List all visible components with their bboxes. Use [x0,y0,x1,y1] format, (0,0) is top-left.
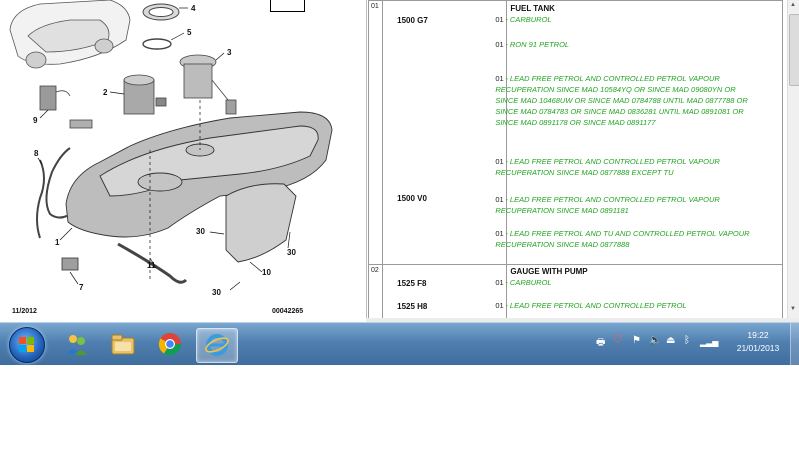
table-row[interactable]: 02 1525 F8 1525 H8 GAUGE WITH PUMP 01- C… [368,264,783,318]
vertical-scrollbar[interactable]: ▲ ▼ [787,0,799,318]
gauge-sender [179,54,237,115]
signal-strength-icon[interactable]: ▂▃▅ [700,338,718,347]
callout-2[interactable]: 2 [103,88,107,97]
parts-table: 01 1500 G7 1500 V0 FUEL TANK 01- CARBURO… [368,0,787,318]
heat-shield [225,183,297,263]
part-reference[interactable]: 1500 V0 [397,194,427,203]
variant-line[interactable]: 01- LEAD FREE PETROL AND CONTROLLED PETR… [495,300,757,311]
clock-date: 21/01/2013 [736,343,780,353]
variant-line[interactable]: 01- LEAD FREE PETROL AND CONTROLLED PETR… [495,194,757,216]
scroll-thumb[interactable] [789,14,799,86]
variant-line[interactable]: 01- RON 91 PETROL [495,39,757,50]
reference-cell: 1500 G7 1500 V0 [382,0,508,265]
callout-9[interactable]: 9 [33,116,37,125]
callout-30-c[interactable]: 30 [212,288,221,297]
description-cell: GAUGE WITH PUMP 01- CARBUROL 01- LEAD FR… [495,264,783,318]
screen: 4 5 3 2 9 8 1 7 11 30 10 30 30 11/2012 0… [0,0,799,365]
chrome-icon[interactable] [150,328,190,361]
callout-30-a[interactable]: 30 [196,227,205,236]
sensor-module [39,85,93,129]
callout-4[interactable]: 4 [191,4,195,13]
scroll-up-icon[interactable]: ▲ [790,2,796,8]
diagram-date: 11/2012 [12,308,37,315]
scroll-down-icon[interactable]: ▼ [790,306,796,312]
reference-cell: 1525 F8 1525 H8 [382,264,508,318]
action-center-flag-icon[interactable]: ⚑ [632,335,641,346]
seal-ring [142,38,172,50]
taskbar-clock[interactable]: 19:22 21/01/2013 [730,329,786,355]
fuel-system-illustration [9,0,333,291]
callout-30-b[interactable]: 30 [287,248,296,257]
fuel-filter [61,257,79,271]
part-reference[interactable]: 1525 F8 [397,279,426,288]
callout-1[interactable]: 1 [55,238,59,247]
printer-icon[interactable]: 🖶 [596,335,605,352]
callout-5[interactable]: 5 [187,28,191,37]
usb-device-icon[interactable]: ⏏ [666,335,675,346]
parts-diagram: 4 5 3 2 9 8 1 7 11 30 10 30 30 11/2012 0… [0,0,367,322]
variant-line[interactable]: 01- LEAD FREE PETROL AND CONTROLLED PETR… [495,73,757,128]
windows-flag-icon [19,337,35,353]
callout-11[interactable]: 11 [147,261,155,270]
variant-line[interactable]: 01- CARBUROL [495,277,757,288]
view-frame [270,0,305,12]
diagram-code: 00042265 [272,308,304,315]
variant-line[interactable]: 01- LEAD FREE PETROL AND TU AND CONTROLL… [495,228,757,250]
callout-8[interactable]: 8 [34,149,38,158]
variant-line[interactable]: 01- CARBUROL [495,14,757,25]
fuel-pump [123,74,167,115]
car-silhouette [9,0,131,69]
group-number: 01 [368,0,384,265]
group-title: GAUGE WITH PUMP [510,267,588,276]
clock-time: 19:22 [747,330,769,340]
explorer-folder-icon[interactable] [103,328,143,361]
group-title: FUEL TANK [510,4,555,13]
variant-line[interactable]: 01- LEAD FREE PETROL AND CONTROLLED PETR… [495,156,757,178]
bluetooth-icon[interactable]: ᛒ [684,335,690,346]
taskbar: 🖶 ⛉ ⚑ 🔈 ⏏ ᛒ ▂▃▅ 19:22 21/01/2013 [0,322,799,365]
volume-icon[interactable]: 🔈 [649,335,661,346]
part-reference[interactable]: 1500 G7 [397,16,428,25]
table-row[interactable]: 01 1500 G7 1500 V0 FUEL TANK 01- CARBURO… [368,0,783,265]
users-icon[interactable] [57,328,97,361]
start-orb[interactable] [9,327,45,363]
description-cell: FUEL TANK 01- CARBUROL 01- RON 91 PETROL… [495,0,783,265]
fuel-tank [65,111,333,238]
group-number: 02 [368,264,384,318]
shield-icon[interactable]: ⛉ [614,335,622,346]
callout-3[interactable]: 3 [227,48,231,57]
lock-ring [142,3,180,21]
show-desktop-button[interactable] [790,323,799,365]
callout-10[interactable]: 10 [262,268,271,277]
callout-7[interactable]: 7 [79,283,83,292]
internet-explorer-icon[interactable] [196,328,238,363]
part-reference[interactable]: 1525 H8 [397,302,427,311]
